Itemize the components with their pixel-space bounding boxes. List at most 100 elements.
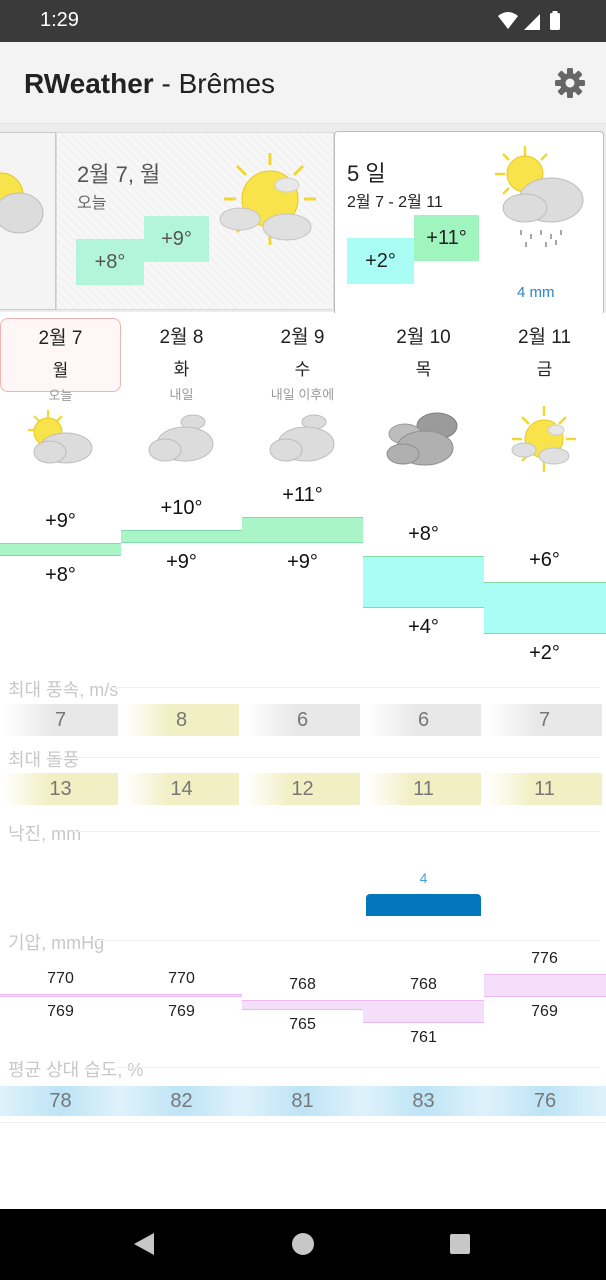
today-low-temp: +8° [94, 250, 126, 273]
sunny-clouds-icon [484, 404, 605, 474]
status-icons [498, 11, 560, 30]
temp-low: +4° [408, 616, 439, 638]
five-day-card[interactable]: 5 일 2월 7 - 2월 11 +2° +11° 4 mm [334, 131, 604, 313]
temp-high: +9° [45, 510, 76, 532]
day-date: 2월 7 [38, 328, 83, 349]
five-high-temp: +11° [426, 226, 467, 249]
wind-cell: 8 [124, 704, 239, 736]
day-header-5[interactable]: 2월 11 금 [484, 318, 605, 392]
today-card-date: 2월 7, 월 [77, 162, 161, 187]
today-high-box: +9° [144, 216, 209, 262]
day-date: 2월 8 [159, 327, 204, 348]
day-header-1[interactable]: 2월 7 월 오늘 [0, 318, 121, 403]
recents-icon [450, 1234, 470, 1254]
temp-range-bar [484, 582, 606, 634]
today-card-label: 오늘 [77, 195, 107, 212]
cloudy-icon [242, 404, 363, 474]
wind-cell: 6 [245, 704, 360, 736]
day-weekday: 화 [173, 360, 190, 379]
back-icon [134, 1233, 154, 1255]
precip-value: 4 [419, 870, 428, 886]
settings-gear-icon[interactable] [554, 67, 586, 99]
navigation-bar [0, 1209, 606, 1280]
gust-cell: 11 [487, 773, 602, 805]
partly-sunny-icon [0, 404, 121, 474]
pressure-bar [484, 973, 606, 997]
status-time: 1:29 [40, 9, 79, 31]
day-note: 내일 [169, 387, 194, 402]
temp-high: +6° [529, 549, 560, 571]
pressure-high: 776 [531, 949, 558, 967]
section-label-wind: 최대 풍속, m/s [8, 680, 119, 700]
day-weekday: 금 [536, 360, 553, 379]
day-header-4[interactable]: 2월 10 목 [363, 318, 484, 392]
section-line-precip [72, 831, 600, 832]
temp-range-bar [363, 556, 484, 608]
gust-cell: 12 [245, 773, 360, 805]
rain-cloud-icon [495, 146, 584, 247]
section-label-gust: 최대 돌풍 [8, 750, 80, 770]
section-label-precip: 낙진, mm [8, 824, 82, 844]
wifi-icon [498, 12, 518, 29]
sunny-clouds-icon [219, 153, 316, 245]
gust-cell: 13 [3, 773, 118, 805]
section-line-gust [64, 757, 600, 758]
humidity-cell: 83 [363, 1086, 484, 1116]
status-bar: 1:29 [0, 0, 606, 42]
temp-range-bar [121, 530, 242, 543]
app-title: RWeather - Brêmes [24, 68, 275, 100]
pressure-low: 765 [289, 1016, 316, 1034]
day-header-3[interactable]: 2월 9 수내일 이후에 [242, 318, 363, 402]
pressure-high: 768 [289, 976, 316, 994]
pressure-low: 769 [168, 1003, 195, 1020]
gust-cell: 11 [366, 773, 481, 805]
home-icon [292, 1233, 314, 1255]
wind-cell: 6 [366, 704, 481, 736]
wind-cell: 7 [3, 704, 118, 736]
pressure-bar [121, 993, 242, 997]
day-weekday: 목 [415, 360, 432, 379]
humidity-cell: 81 [242, 1086, 363, 1116]
battery-icon [550, 13, 560, 30]
today-high-temp: +9° [161, 227, 192, 250]
today-card[interactable]: 2월 7, 월 오늘 +8° +9° [56, 132, 334, 310]
five-low-temp: +2° [365, 249, 396, 272]
day-date: 2월 10 [396, 327, 451, 348]
today-low-box: +8° [76, 239, 144, 285]
previous-card[interactable] [0, 132, 56, 310]
day-header-2[interactable]: 2월 8 화내일 [121, 318, 242, 402]
section-label-pressure: 기압, mmHg [8, 933, 105, 953]
five-high-box: +11° [414, 215, 479, 261]
pressure-low: 769 [47, 1003, 74, 1020]
temp-low: +2° [529, 642, 560, 664]
partly-sunny-icon [0, 172, 44, 234]
cloudy-icon [121, 404, 242, 474]
temp-high: +11° [282, 484, 323, 506]
five-day-title: 5 일 [347, 161, 386, 186]
section-line-pressure [90, 940, 600, 941]
day-date: 2월 9 [280, 327, 325, 348]
precip-bar [366, 894, 481, 916]
temp-range-bar [242, 517, 363, 543]
gust-cell: 14 [124, 773, 239, 805]
section-label-humidity: 평균 상대 습도, % [8, 1060, 144, 1080]
temp-low: +9° [166, 551, 197, 573]
temp-range-bar [0, 543, 121, 556]
summary-cards: 2월 7, 월 오늘 +8° +9° 5 일 2월 7 - 2월 11 +2° … [0, 124, 606, 313]
pressure-bar [363, 1000, 484, 1024]
section-line-humidity [116, 1067, 600, 1068]
day-weekday: 수 [294, 360, 311, 379]
dark-cloudy-icon [363, 404, 484, 474]
section-line-wind [108, 687, 600, 688]
temp-high: +10° [160, 497, 203, 519]
app-name: RWeather [24, 68, 154, 99]
temp-low: +9° [287, 551, 318, 573]
city-name: Brêmes [178, 68, 276, 99]
pressure-low: 761 [410, 1029, 437, 1047]
five-day-range: 2월 7 - 2월 11 [347, 194, 443, 211]
humidity-cell: 76 [484, 1086, 606, 1116]
app-bar: RWeather - Brêmes [0, 42, 606, 124]
day-date: 2월 11 [517, 327, 572, 348]
signal-icon [524, 14, 540, 30]
day-note: 내일 이후에 [270, 387, 335, 402]
